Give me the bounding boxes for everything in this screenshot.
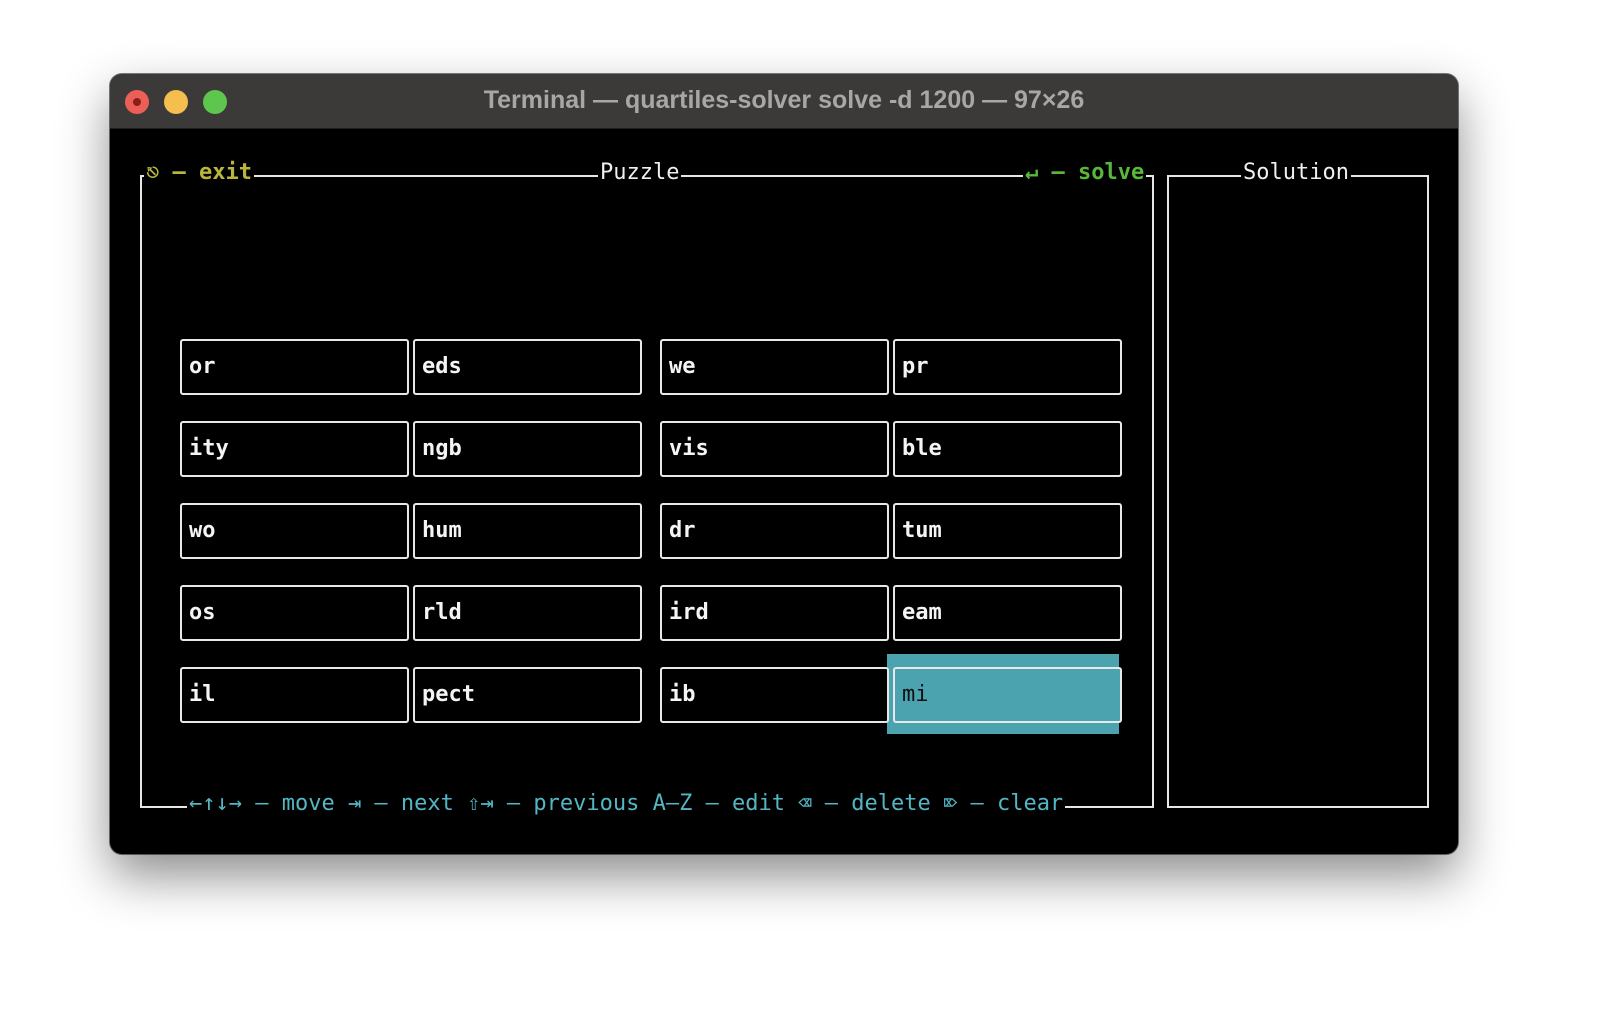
- puzzle-tile[interactable]: pr: [893, 339, 1122, 395]
- tile-text: il: [189, 682, 216, 707]
- puzzle-tile[interactable]: we: [660, 339, 889, 395]
- puzzle-tile[interactable]: ird: [660, 585, 889, 641]
- tile-text: ity: [189, 436, 229, 461]
- puzzle-tile[interactable]: ib: [660, 667, 889, 723]
- puzzle-tile[interactable]: rld: [413, 585, 642, 641]
- tile-text: or: [189, 354, 216, 379]
- tile-text: ib: [669, 682, 696, 707]
- tile-text: wo: [189, 518, 216, 543]
- solution-panel: [1167, 175, 1429, 808]
- title-bar: Terminal — quartiles-solver solve -d 120…: [110, 74, 1458, 129]
- tile-text: vis: [669, 436, 709, 461]
- tile-text: eds: [422, 354, 462, 379]
- tile-text: pect: [422, 682, 475, 707]
- exit-hint: ⎋ – exit: [144, 157, 254, 189]
- puzzle-tile[interactable]: mi: [893, 667, 1122, 723]
- puzzle-tile[interactable]: ity: [180, 421, 409, 477]
- tile-text: ble: [902, 436, 942, 461]
- puzzle-tile[interactable]: wo: [180, 503, 409, 559]
- tile-text: eam: [902, 600, 942, 625]
- keyboard-help-line: ←↑↓→ – move ⇥ – next ⇧⇥ – previous A–Z –…: [187, 788, 1066, 820]
- solution-panel-title: Solution: [1241, 157, 1351, 189]
- puzzle-tile[interactable]: vis: [660, 421, 889, 477]
- terminal-window: Terminal — quartiles-solver solve -d 120…: [110, 74, 1458, 854]
- puzzle-tile[interactable]: ble: [893, 421, 1122, 477]
- puzzle-tile[interactable]: ngb: [413, 421, 642, 477]
- puzzle-panel-title: Puzzle: [598, 157, 682, 189]
- puzzle-tile[interactable]: il: [180, 667, 409, 723]
- puzzle-tile[interactable]: or: [180, 339, 409, 395]
- tile-text: mi: [902, 682, 929, 707]
- window-title: Terminal — quartiles-solver solve -d 120…: [483, 86, 1085, 114]
- tile-text: hum: [422, 518, 462, 543]
- tile-text: ird: [669, 600, 709, 625]
- puzzle-tile[interactable]: eam: [893, 585, 1122, 641]
- puzzle-tile[interactable]: hum: [413, 503, 642, 559]
- puzzle-tile[interactable]: tum: [893, 503, 1122, 559]
- tile-text: os: [189, 600, 216, 625]
- puzzle-tile[interactable]: eds: [413, 339, 642, 395]
- puzzle-tile[interactable]: dr: [660, 503, 889, 559]
- tile-text: pr: [902, 354, 929, 379]
- puzzle-tile[interactable]: os: [180, 585, 409, 641]
- tile-text: ngb: [422, 436, 462, 461]
- solve-hint: ↵ – solve: [1023, 157, 1147, 189]
- terminal-content: ⎋ – exit Puzzle ↵ – solve Solution or eds…: [110, 129, 1458, 854]
- tile-text: tum: [902, 518, 942, 543]
- puzzle-tile[interactable]: pect: [413, 667, 642, 723]
- tile-text: rld: [422, 600, 462, 625]
- tile-text: we: [669, 354, 696, 379]
- tile-text: dr: [669, 518, 696, 543]
